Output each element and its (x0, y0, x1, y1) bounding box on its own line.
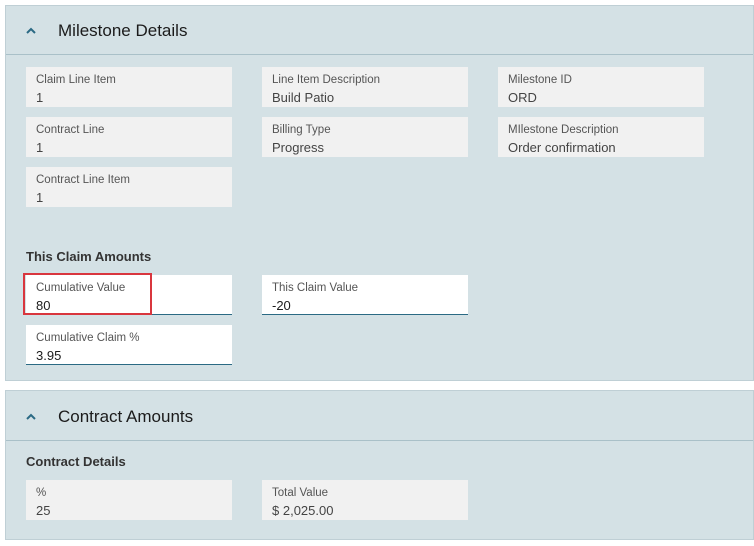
field-label: % (36, 487, 47, 499)
contract-amounts-title: Contract Amounts (58, 407, 194, 426)
chevron-up-icon[interactable] (24, 24, 38, 38)
field-value-row: $ 2,025.00 (272, 502, 468, 520)
cumulative-claim-percent-input[interactable]: Cumulative Claim % 3.95 (26, 325, 232, 365)
milestone-details-section: Milestone Details Claim Line Item 1 Line… (5, 5, 754, 381)
field-value: 1 (36, 90, 44, 105)
field-label: Contract Line Item (36, 174, 130, 186)
field-label: This Claim Value (272, 282, 359, 294)
cumulative-value-input[interactable]: Cumulative Value 80 (26, 275, 232, 315)
milestone-description-field: MIlestone Description Order confirmation (498, 117, 704, 157)
chevron-up-icon[interactable] (24, 410, 38, 424)
this-claim-amounts-heading: This Claim Amounts (26, 249, 152, 264)
field-label: Contract Line (36, 124, 105, 136)
contract-amounts-section: Contract Amounts Contract Details % 25 T… (5, 390, 754, 540)
field-label: Cumulative Value (36, 282, 126, 294)
contract-line-field: Contract Line 1 (26, 117, 232, 157)
billing-type-field: Billing Type Progress (262, 117, 468, 157)
field-value[interactable]: 80 (36, 297, 232, 315)
total-value-amount: 2,025.00 (282, 503, 334, 518)
line-item-description-field: Line Item Description Build Patio (262, 67, 468, 107)
milestone-id-field: Milestone ID ORD (498, 67, 704, 107)
this-claim-value-input[interactable]: This Claim Value -20 (262, 275, 468, 315)
contract-amounts-header[interactable]: Contract Amounts (6, 391, 753, 441)
field-value: Progress (272, 140, 325, 155)
field-label: Billing Type (272, 124, 331, 136)
field-value[interactable]: -20 (272, 297, 468, 315)
total-value-field: Total Value $ 2,025.00 (262, 480, 468, 520)
field-label: Claim Line Item (36, 74, 116, 86)
field-label: MIlestone Description (508, 124, 619, 136)
field-value: 25 (36, 503, 51, 518)
contract-line-item-field: Contract Line Item 1 (26, 167, 232, 207)
milestone-details-title: Milestone Details (58, 21, 188, 40)
field-value[interactable]: 3.95 (36, 347, 232, 365)
field-value: 1 (36, 190, 44, 205)
currency-symbol: $ (272, 503, 280, 518)
contract-details-heading: Contract Details (26, 454, 126, 469)
field-label: Total Value (272, 487, 329, 499)
field-label: Milestone ID (508, 74, 572, 86)
milestone-details-header[interactable]: Milestone Details (6, 6, 753, 55)
field-value: ORD (508, 90, 537, 105)
percent-field: % 25 (26, 480, 232, 520)
field-label: Line Item Description (272, 74, 381, 86)
field-label: Cumulative Claim % (36, 332, 140, 344)
field-value: Build Patio (272, 90, 335, 105)
field-value: 1 (36, 140, 44, 155)
field-value: Order confirmation (508, 140, 616, 155)
claim-line-item-field: Claim Line Item 1 (26, 67, 232, 107)
